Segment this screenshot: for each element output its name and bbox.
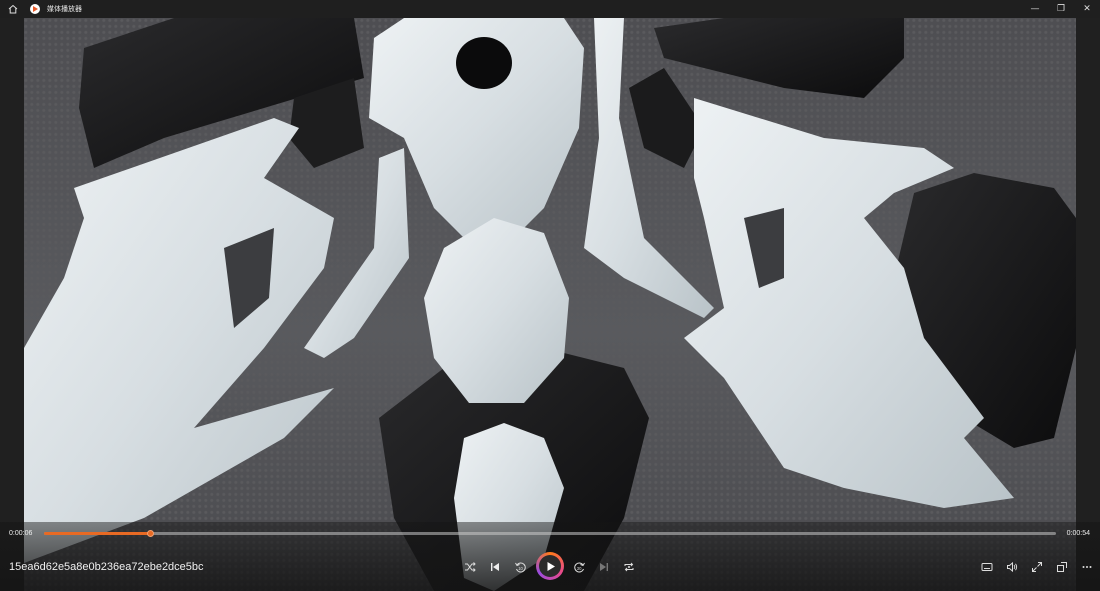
app-logo-icon bbox=[30, 4, 40, 14]
window-controls: — ❐ ✕ bbox=[1022, 0, 1100, 18]
media-filename: 15ea6d62e5a8e0b236ea72ebe2dce5bc bbox=[9, 561, 204, 573]
more-icon[interactable] bbox=[1080, 560, 1094, 574]
rewind-10-icon[interactable]: 10 bbox=[513, 560, 527, 574]
volume-icon[interactable] bbox=[1005, 560, 1019, 574]
video-frame[interactable] bbox=[24, 18, 1076, 591]
video-content bbox=[24, 18, 1076, 591]
svg-text:10: 10 bbox=[518, 566, 523, 571]
repeat-icon[interactable] bbox=[622, 560, 636, 574]
current-time: 0:00:06 bbox=[9, 530, 33, 537]
mini-player-icon[interactable] bbox=[1055, 560, 1069, 574]
previous-icon[interactable] bbox=[488, 560, 502, 574]
seek-thumb[interactable] bbox=[146, 530, 154, 537]
tank-cap-hole bbox=[456, 37, 512, 89]
black-bracket-right bbox=[629, 68, 704, 168]
play-icon bbox=[539, 555, 561, 577]
media-player-window: 媒体播放器 — ❐ ✕ 0:00:06 0:00:54 15ea6d62e5a8… bbox=[0, 0, 1100, 591]
window-title: 媒体播放器 bbox=[47, 5, 82, 13]
total-time: 0:00:54 bbox=[1066, 530, 1090, 537]
minimize-button[interactable]: — bbox=[1022, 0, 1048, 18]
seek-bar[interactable] bbox=[44, 530, 1056, 537]
shuffle-icon[interactable] bbox=[463, 560, 477, 574]
maximize-button[interactable]: ❐ bbox=[1048, 0, 1074, 18]
play-button[interactable] bbox=[536, 552, 564, 580]
fullscreen-icon[interactable] bbox=[1030, 560, 1044, 574]
white-left-side-fairing bbox=[24, 118, 334, 563]
close-button[interactable]: ✕ bbox=[1074, 0, 1100, 18]
next-icon[interactable] bbox=[597, 560, 611, 574]
black-fairing-topright bbox=[654, 18, 904, 98]
forward-30-icon[interactable]: 30 bbox=[572, 560, 586, 574]
title-bar: 媒体播放器 — ❐ ✕ bbox=[0, 0, 1100, 18]
home-icon[interactable] bbox=[4, 0, 22, 18]
seek-progress bbox=[44, 532, 151, 535]
svg-text:30: 30 bbox=[576, 566, 581, 571]
subtitles-icon[interactable] bbox=[980, 560, 994, 574]
